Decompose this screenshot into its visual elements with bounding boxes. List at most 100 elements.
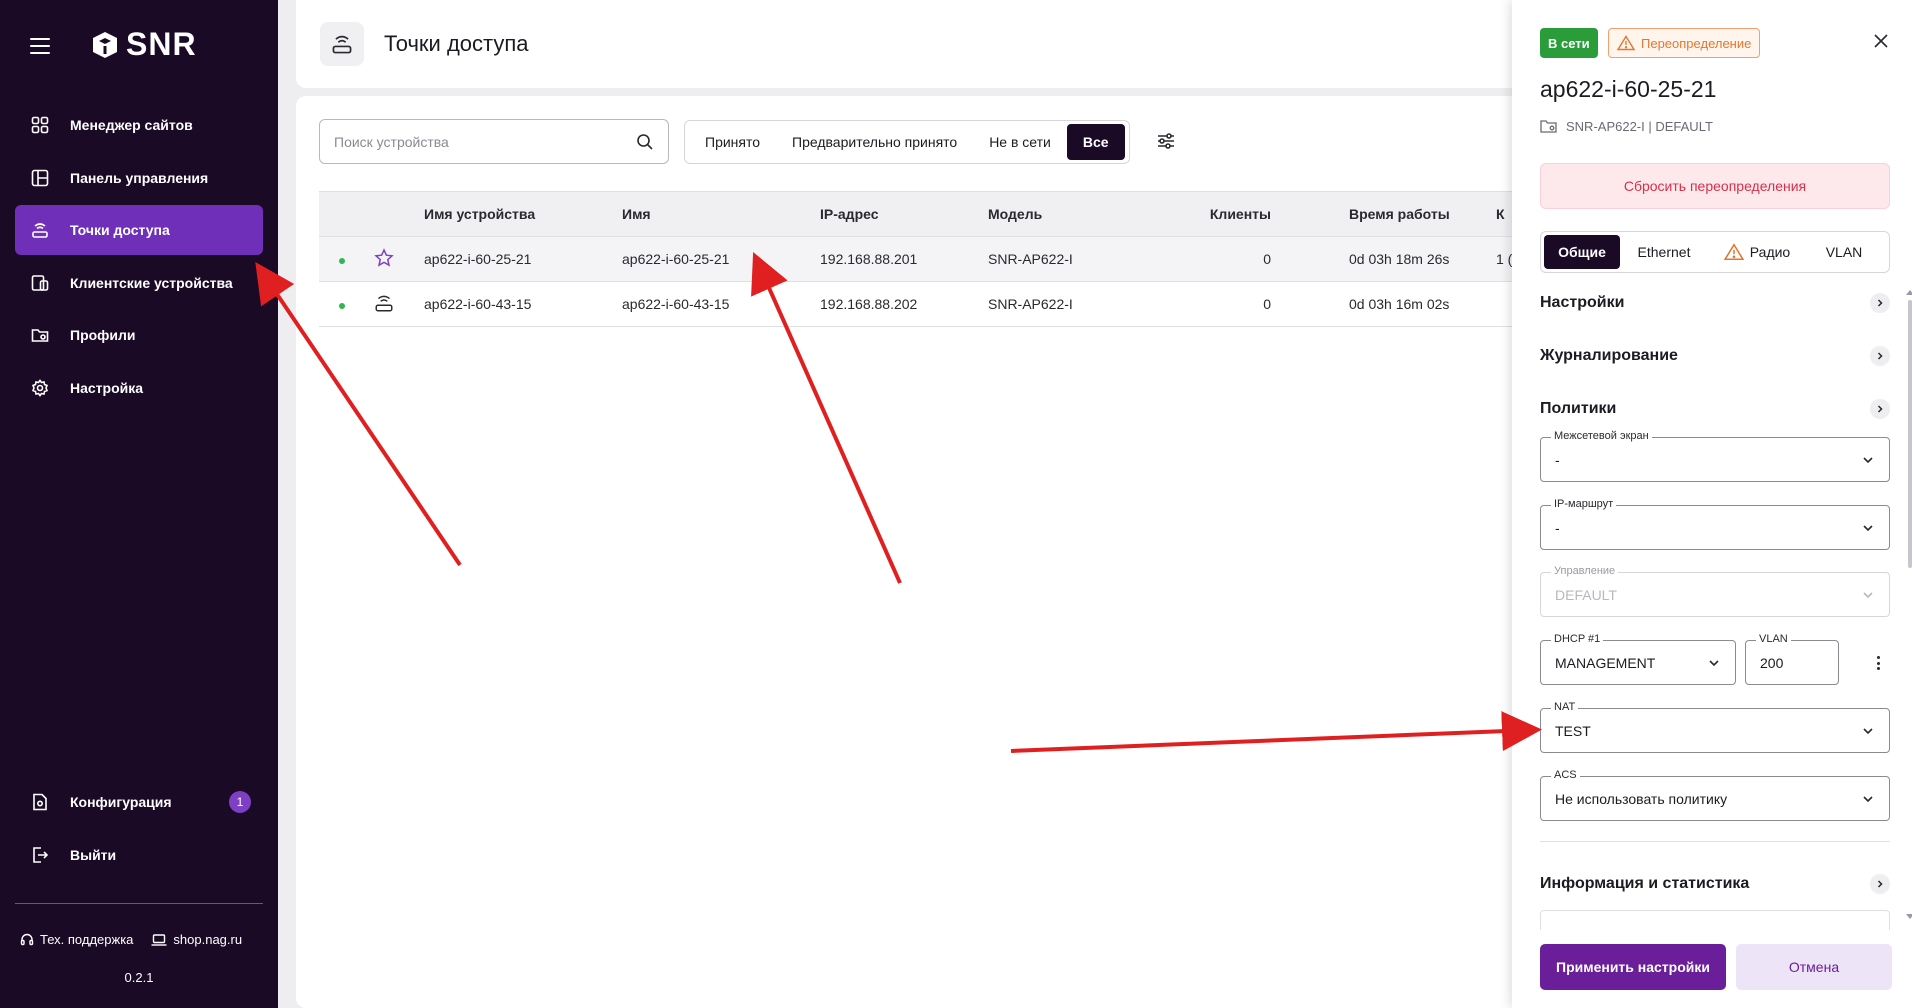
column-model[interactable]: Модель: [988, 206, 1156, 222]
section-policies-title: Политики: [1540, 400, 1617, 417]
firewall-select[interactable]: Межсетевой экран -: [1540, 430, 1890, 482]
sidebar-item-label: Конфигурация: [70, 794, 172, 810]
tab-radio[interactable]: Радио: [1708, 235, 1806, 269]
search-box: [319, 119, 669, 164]
panel-scrollbar[interactable]: [1908, 300, 1912, 568]
tab-ethernet[interactable]: Ethernet: [1620, 235, 1708, 269]
chevron-right-icon: [1870, 346, 1890, 366]
cell-model: SNR-AP622-I: [988, 296, 1073, 312]
apply-settings-button[interactable]: Применить настройки: [1540, 944, 1726, 990]
column-name[interactable]: Имя: [622, 206, 820, 222]
sidebar-item-label: Настройка: [70, 379, 144, 396]
sidebar-item-access-points[interactable]: Точки доступа: [15, 205, 263, 255]
column-uptime[interactable]: Время работы: [1271, 206, 1491, 222]
vlan-input[interactable]: VLAN 200: [1745, 633, 1839, 685]
filter-pre-accepted[interactable]: Предварительно принято: [776, 124, 973, 160]
sidebar-item-label: Панель управления: [70, 169, 209, 186]
cell-clients: 0: [1263, 296, 1271, 312]
section-info-stats[interactable]: Информация и статистика: [1540, 874, 1890, 894]
search-input[interactable]: [334, 133, 636, 150]
scrollbar-down-arrow[interactable]: [1906, 914, 1912, 919]
star-icon[interactable]: [374, 247, 394, 268]
reset-overrides-button[interactable]: Сбросить переопределения: [1540, 163, 1890, 209]
filter-accepted[interactable]: Принято: [689, 124, 776, 160]
scrollbar-up-arrow[interactable]: [1906, 290, 1912, 295]
folder-gear-icon: [30, 325, 50, 345]
management-label: Управление: [1551, 565, 1619, 577]
sidebar-nav: Менеджер сайтов Панель управления Точки …: [15, 100, 263, 415]
sidebar: SNR Менеджер сайтов Панель управления То…: [0, 0, 278, 1008]
snr-logo-icon: [93, 31, 117, 58]
tab-vlan[interactable]: VLAN: [1806, 235, 1882, 269]
sidebar-item-client-devices[interactable]: Клиентские устройства: [15, 258, 263, 308]
section-settings[interactable]: Настройки: [1540, 293, 1890, 313]
headset-icon: [20, 933, 34, 945]
acs-select[interactable]: ACS Не использовать политику: [1540, 769, 1890, 821]
sidebar-divider: [15, 903, 263, 904]
laptop-icon: [151, 933, 167, 946]
filter-offline[interactable]: Не в сети: [973, 124, 1067, 160]
cell-uptime: 0d 03h 16m 02s: [1349, 296, 1450, 312]
cell-device-name: ap622-i-60-25-21: [424, 251, 532, 267]
sidebar-item-logout[interactable]: Выйти: [15, 830, 263, 880]
sidebar-item-configuration[interactable]: Конфигурация 1: [15, 777, 263, 827]
sidebar-item-label: Клиентские устройства: [70, 274, 233, 291]
panel-tabs: Общие Ethernet Радио VLAN: [1540, 231, 1890, 273]
status-badge-override: Переопределение: [1608, 28, 1761, 58]
notification-badge: 1: [229, 791, 251, 813]
sidebar-item-dashboard[interactable]: Панель управления: [15, 153, 263, 203]
sidebar-item-label: Профили: [70, 327, 136, 343]
sidebar-item-site-manager[interactable]: Менеджер сайтов: [15, 100, 263, 150]
cell-clients: 0: [1263, 251, 1271, 267]
sidebar-item-label: Точки доступа: [70, 222, 170, 238]
column-device-name[interactable]: Имя устройства: [424, 206, 622, 222]
info-stats-box: [1540, 910, 1890, 930]
grid-icon: [30, 115, 50, 135]
section-info-title: Информация и статистика: [1540, 875, 1750, 892]
filter-settings-icon[interactable]: [1154, 129, 1178, 153]
status-filter-group: Принято Предварительно принято Не в сети…: [684, 120, 1130, 164]
cancel-button[interactable]: Отмена: [1736, 944, 1892, 990]
more-options-icon[interactable]: [1870, 655, 1886, 671]
dhcp-select[interactable]: DHCP #1 MANAGEMENT: [1540, 633, 1736, 685]
close-icon[interactable]: [1870, 30, 1892, 52]
support-label: Тех. поддержка: [40, 932, 134, 947]
nat-select[interactable]: NAT TEST: [1540, 701, 1890, 753]
firewall-label: Межсетевой экран: [1551, 430, 1652, 442]
chevron-down-icon: [1863, 727, 1873, 734]
column-clients[interactable]: Клиенты: [1156, 206, 1271, 222]
ip-route-value: -: [1555, 519, 1560, 536]
override-label: Переопределение: [1641, 35, 1752, 51]
nat-value: TEST: [1555, 722, 1591, 739]
menu-icon[interactable]: [30, 38, 50, 54]
app-version: 0.2.1: [124, 970, 154, 985]
cell-uptime: 0d 03h 18m 26s: [1349, 251, 1450, 267]
section-settings-title: Настройки: [1540, 294, 1625, 311]
tab-general[interactable]: Общие: [1544, 235, 1620, 269]
access-point-icon: [320, 22, 364, 66]
logout-icon: [30, 845, 50, 865]
chevron-right-icon: [1870, 293, 1890, 313]
device-subtitle: SNR-AP622-I | DEFAULT: [1540, 118, 1713, 134]
chevron-down-icon: [1863, 591, 1873, 598]
sidebar-item-settings[interactable]: Настройка: [15, 363, 263, 413]
search-icon[interactable]: [636, 133, 654, 151]
section-policies[interactable]: Политики: [1540, 399, 1890, 419]
chevron-right-icon: [1870, 874, 1890, 894]
support-link[interactable]: Тех. поддержка: [20, 932, 133, 947]
sidebar-bottom: Конфигурация 1 Выйти: [15, 777, 263, 882]
warning-icon: [1723, 243, 1744, 260]
shop-link[interactable]: shop.nag.ru: [151, 932, 242, 947]
logo-text: SNR: [126, 26, 197, 62]
sidebar-item-profiles[interactable]: Профили: [15, 310, 263, 360]
ip-route-select[interactable]: IP-маршрут -: [1540, 498, 1890, 550]
filter-all[interactable]: Все: [1066, 124, 1125, 160]
tab-radio-label: Радио: [1749, 244, 1791, 260]
column-ip[interactable]: IP-адрес: [820, 206, 988, 222]
section-logging[interactable]: Журналирование: [1540, 346, 1890, 366]
section-logging-title: Журналирование: [1540, 347, 1678, 364]
shop-label: shop.nag.ru: [173, 932, 243, 947]
firewall-value: -: [1555, 451, 1560, 468]
config-icon: [30, 792, 50, 812]
status-badge-online: В сети: [1540, 28, 1598, 58]
